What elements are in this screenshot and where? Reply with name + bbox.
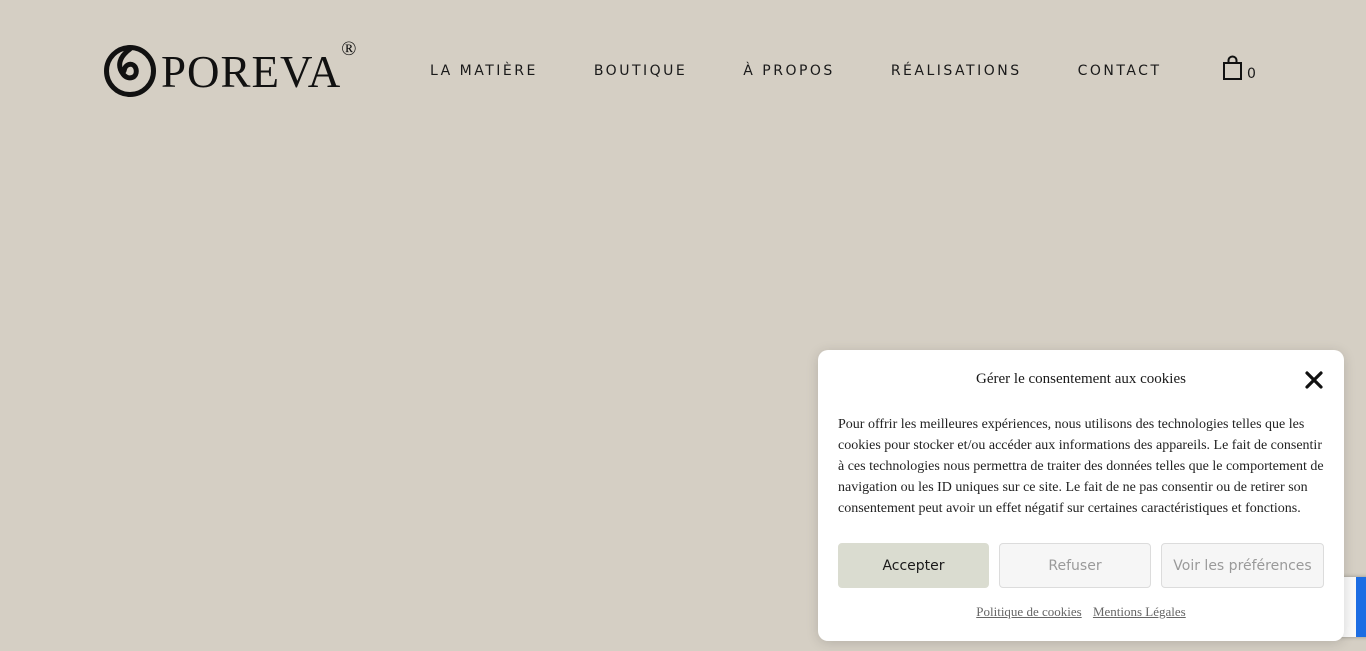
site-header: POREVA ® LA MATIÈRE BOUTIQUE À PROPOS RÉ… bbox=[0, 0, 1366, 140]
cookie-button-row: Accepter Refuser Voir les préférences bbox=[838, 543, 1324, 588]
legal-notice-link[interactable]: Mentions Légales bbox=[1093, 604, 1186, 619]
nav-item-contact[interactable]: CONTACT bbox=[1078, 63, 1162, 79]
brand-logo[interactable]: POREVA ® bbox=[103, 38, 373, 100]
main-nav: LA MATIÈRE BOUTIQUE À PROPOS RÉALISATION… bbox=[430, 60, 1162, 82]
nav-item-boutique[interactable]: BOUTIQUE bbox=[594, 63, 687, 79]
cart-count: 0 bbox=[1247, 66, 1256, 82]
nav-item-la-matiere[interactable]: LA MATIÈRE bbox=[430, 63, 538, 79]
accept-button[interactable]: Accepter bbox=[838, 543, 989, 588]
poreva-logo-icon bbox=[104, 45, 156, 97]
registered-mark: ® bbox=[341, 38, 357, 60]
page: POREVA ® LA MATIÈRE BOUTIQUE À PROPOS RÉ… bbox=[0, 0, 1366, 651]
cookie-consent-modal: Gérer le consentement aux cookies Pour o… bbox=[818, 350, 1344, 641]
cookie-policy-link[interactable]: Politique de cookies bbox=[976, 604, 1081, 619]
nav-item-realisations[interactable]: RÉALISATIONS bbox=[891, 63, 1022, 79]
brand-name: POREVA bbox=[161, 46, 342, 97]
cookie-description: Pour offrir les meilleures expériences, … bbox=[838, 417, 1324, 516]
cookie-title: Gérer le consentement aux cookies bbox=[976, 371, 1186, 387]
cookie-links: Politique de cookies Mentions Légales bbox=[818, 604, 1344, 620]
close-icon[interactable] bbox=[1303, 369, 1325, 391]
refuse-button[interactable]: Refuser bbox=[999, 543, 1151, 588]
nav-item-a-propos[interactable]: À PROPOS bbox=[743, 63, 835, 79]
cart-button[interactable]: 0 bbox=[1222, 55, 1256, 81]
preferences-button[interactable]: Voir les préférences bbox=[1161, 543, 1324, 588]
recaptcha-accent bbox=[1356, 577, 1366, 637]
shopping-bag-icon bbox=[1223, 55, 1242, 80]
